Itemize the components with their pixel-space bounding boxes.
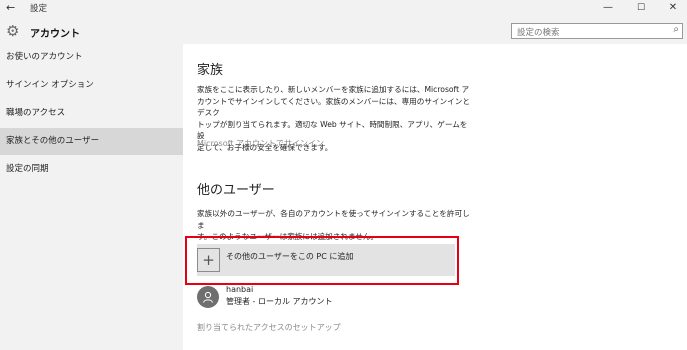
user-name[interactable]: hanbai xyxy=(226,285,253,294)
maximize-button[interactable]: ☐ xyxy=(628,0,654,16)
family-description-line: 家族をここに表示したり、新しいメンバーを家族に追加するには、Microsoft … xyxy=(197,85,470,94)
sidebar-item-family-other-users[interactable]: 家族とその他のユーザー xyxy=(0,128,183,155)
minimize-button[interactable]: — xyxy=(595,0,621,16)
sidebar-item-work-access[interactable]: 職場のアクセス xyxy=(0,100,183,127)
family-heading: 家族 xyxy=(197,63,224,78)
sidebar-item-your-account[interactable]: お使いのアカウント xyxy=(0,44,183,71)
search-icon[interactable]: ⌕ xyxy=(673,24,679,35)
close-button[interactable]: ✕ xyxy=(660,0,686,16)
family-description-line: カウントでサインインしてください。家族のメンバーには、専用のサインインとデスク xyxy=(197,96,470,118)
user-account-type: 管理者 - ローカル アカウント xyxy=(226,297,333,306)
user-icon xyxy=(203,291,213,303)
window-titlebar: ← 設定 — ☐ ✕ xyxy=(0,0,687,16)
sidebar: お使いのアカウント サインイン オプション 職場のアクセス 家族とその他のユーザ… xyxy=(0,44,183,350)
gear-icon: ⚙ xyxy=(6,22,20,40)
section-title: アカウント xyxy=(30,29,80,40)
assigned-access-link[interactable]: 割り当てられたアクセスのセットアップ xyxy=(197,322,341,333)
other-users-heading: 他のユーザー xyxy=(197,183,275,198)
search-input[interactable]: 設定の検索 ⌕ xyxy=(511,23,683,39)
back-arrow-icon[interactable]: ← xyxy=(6,1,15,14)
window-title: 設定 xyxy=(30,4,48,14)
microsoft-signin-link[interactable]: Microsoft アカウントでサインイン xyxy=(197,138,324,149)
sidebar-item-sync-settings[interactable]: 設定の同期 xyxy=(0,156,183,183)
search-placeholder: 設定の検索 xyxy=(517,28,560,38)
avatar[interactable] xyxy=(197,286,219,308)
other-users-description-line: 家族以外のユーザーが、各自のアカウントを使ってサインインすることを許可しま xyxy=(197,209,470,230)
highlight-box xyxy=(185,236,459,285)
sidebar-item-signin-options[interactable]: サインイン オプション xyxy=(0,72,183,99)
